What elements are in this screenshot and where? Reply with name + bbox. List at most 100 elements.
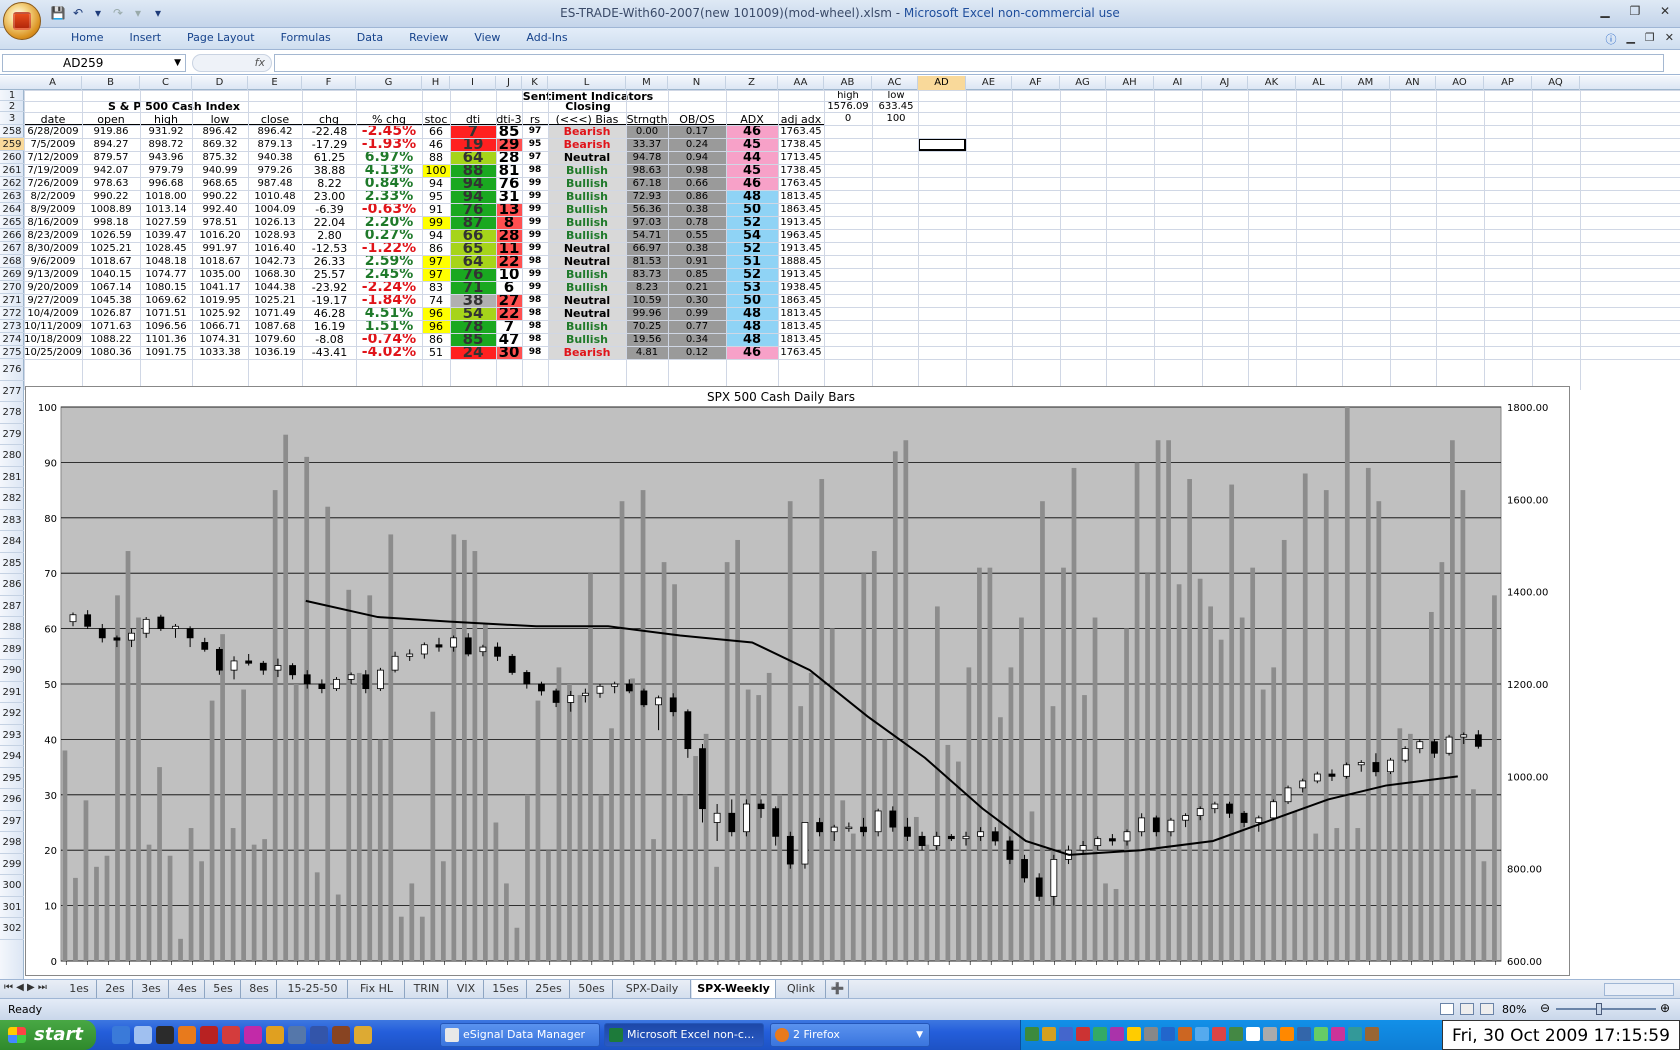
low-cell[interactable]: 992.40 (192, 203, 248, 216)
strength-cell[interactable]: 94.78 (626, 151, 668, 164)
adj-adx-cell[interactable]: 1813.45 (778, 190, 824, 203)
strength-cell[interactable]: 56.36 (626, 203, 668, 216)
tray-icon[interactable] (1178, 1027, 1192, 1041)
row-header-292[interactable]: 292 (0, 703, 24, 725)
bias-cell[interactable]: Bearish (548, 138, 626, 151)
dti3-cell[interactable]: 76 (496, 177, 522, 190)
column-header-ag[interactable]: AG (1060, 76, 1106, 90)
date-cell[interactable]: 7/5/2009 (24, 138, 82, 151)
adx-cell[interactable]: 54 (726, 229, 778, 242)
obos-cell[interactable]: 0.86 (668, 190, 726, 203)
column-header-an[interactable]: AN (1390, 76, 1436, 90)
column-label[interactable]: (<<<) Bias (548, 112, 626, 125)
insert-function-icon[interactable]: fx (192, 54, 272, 72)
pct-chg-cell[interactable]: -0.74% (356, 333, 422, 346)
strength-cell[interactable]: 98.63 (626, 164, 668, 177)
dti-cell[interactable]: 78 (450, 320, 496, 333)
column-header-c[interactable]: C (140, 76, 192, 90)
app-icon-5[interactable] (200, 1026, 218, 1044)
open-cell[interactable]: 1067.14 (82, 281, 140, 294)
close-cell[interactable]: 1028.93 (248, 229, 302, 242)
stoc-cell[interactable]: 74 (422, 294, 450, 307)
column-header-z[interactable]: Z (726, 76, 778, 90)
bias-cell[interactable]: Bullish (548, 203, 626, 216)
rs-cell[interactable]: 98 (522, 320, 548, 333)
close-cell[interactable]: 1010.48 (248, 190, 302, 203)
date-cell[interactable]: 8/30/2009 (24, 242, 82, 255)
low-cell[interactable]: 1025.92 (192, 307, 248, 320)
adj-adx-cell[interactable]: 1813.45 (778, 307, 824, 320)
row-header-290[interactable]: 290 (0, 660, 24, 682)
help-icon[interactable]: ⓘ (1605, 31, 1616, 47)
open-cell[interactable]: 894.27 (82, 138, 140, 151)
low-cell[interactable]: 875.32 (192, 151, 248, 164)
zoom-in-icon[interactable]: ⊕ (1660, 1001, 1670, 1015)
column-header-ap[interactable]: AP (1484, 76, 1532, 90)
dti-cell[interactable]: 71 (450, 281, 496, 294)
chg-cell[interactable]: -6.39 (302, 203, 356, 216)
row-header-300[interactable]: 300 (0, 875, 24, 897)
pct-chg-cell[interactable]: -1.93% (356, 138, 422, 151)
row-header-272[interactable]: 272 (0, 307, 24, 320)
dti-cell[interactable]: 54 (450, 307, 496, 320)
tray-icon[interactable] (1127, 1027, 1141, 1041)
ie-icon[interactable] (112, 1026, 130, 1044)
selected-cell-ad259[interactable] (918, 138, 966, 151)
close-cell[interactable]: 1079.60 (248, 333, 302, 346)
obos-cell[interactable]: 0.99 (668, 307, 726, 320)
strength-cell[interactable]: 0.00 (626, 125, 668, 138)
column-header-aj[interactable]: AJ (1202, 76, 1248, 90)
tab-formulas[interactable]: Formulas (268, 28, 344, 49)
stoc-cell[interactable]: 96 (422, 320, 450, 333)
obos-cell[interactable]: 0.17 (668, 125, 726, 138)
stoc-cell[interactable]: 97 (422, 255, 450, 268)
tray-icon[interactable] (1195, 1027, 1209, 1041)
high-cell[interactable]: 931.92 (140, 125, 192, 138)
low-cell[interactable]: 1016.20 (192, 229, 248, 242)
row-header-271[interactable]: 271 (0, 294, 24, 307)
dti3-cell[interactable]: 28 (496, 151, 522, 164)
strength-cell[interactable]: 10.59 (626, 294, 668, 307)
close-cell[interactable]: 1004.09 (248, 203, 302, 216)
app-icon-7[interactable] (244, 1026, 262, 1044)
close-cell[interactable]: 896.42 (248, 125, 302, 138)
low-cell[interactable]: 896.42 (192, 125, 248, 138)
dti3-cell[interactable]: 22 (496, 307, 522, 320)
column-header-b[interactable]: B (82, 76, 140, 90)
adj-adx-cell[interactable]: 1913.45 (778, 268, 824, 281)
column-header-ad[interactable]: AD (918, 76, 966, 90)
open-cell[interactable]: 1088.22 (82, 333, 140, 346)
dti3-cell[interactable]: 28 (496, 229, 522, 242)
column-header-am[interactable]: AM (1342, 76, 1390, 90)
chg-cell[interactable]: -22.48 (302, 125, 356, 138)
rs-cell[interactable]: 99 (522, 177, 548, 190)
tab-add-ins[interactable]: Add-Ins (513, 28, 580, 49)
date-cell[interactable]: 8/16/2009 (24, 216, 82, 229)
high-cell[interactable]: 996.68 (140, 177, 192, 190)
obos-cell[interactable]: 0.85 (668, 268, 726, 281)
sheet-tab-8es[interactable]: 8es (242, 980, 277, 998)
obos-cell[interactable]: 0.55 (668, 229, 726, 242)
adx-cell[interactable]: 50 (726, 203, 778, 216)
row-header-260[interactable]: 260 (0, 151, 24, 164)
close-cell[interactable]: 1042.73 (248, 255, 302, 268)
pct-chg-cell[interactable]: 0.84% (356, 177, 422, 190)
adj-adx-cell[interactable]: 1963.45 (778, 229, 824, 242)
pct-chg-cell[interactable]: -1.84% (356, 294, 422, 307)
adx-cell[interactable]: 52 (726, 268, 778, 281)
firefox-icon[interactable] (178, 1026, 196, 1044)
dti3-cell[interactable]: 47 (496, 333, 522, 346)
adj-adx-cell[interactable]: 1863.45 (778, 203, 824, 216)
column-header-aq[interactable]: AQ (1532, 76, 1580, 90)
adj-adx-cell[interactable]: 1863.45 (778, 294, 824, 307)
adj-adx-cell[interactable]: 1813.45 (778, 333, 824, 346)
date-cell[interactable]: 10/4/2009 (24, 307, 82, 320)
high-cell[interactable]: 1091.75 (140, 346, 192, 359)
column-label[interactable]: dti-3 (496, 112, 522, 125)
app-icon-12[interactable] (354, 1026, 372, 1044)
bias-cell[interactable]: Neutral (548, 242, 626, 255)
close-cell[interactable]: 1071.49 (248, 307, 302, 320)
column-header-i[interactable]: I (450, 76, 496, 90)
row-header-296[interactable]: 296 (0, 789, 24, 811)
sheet-tab-fix-hl[interactable]: Fix HL (349, 980, 405, 998)
